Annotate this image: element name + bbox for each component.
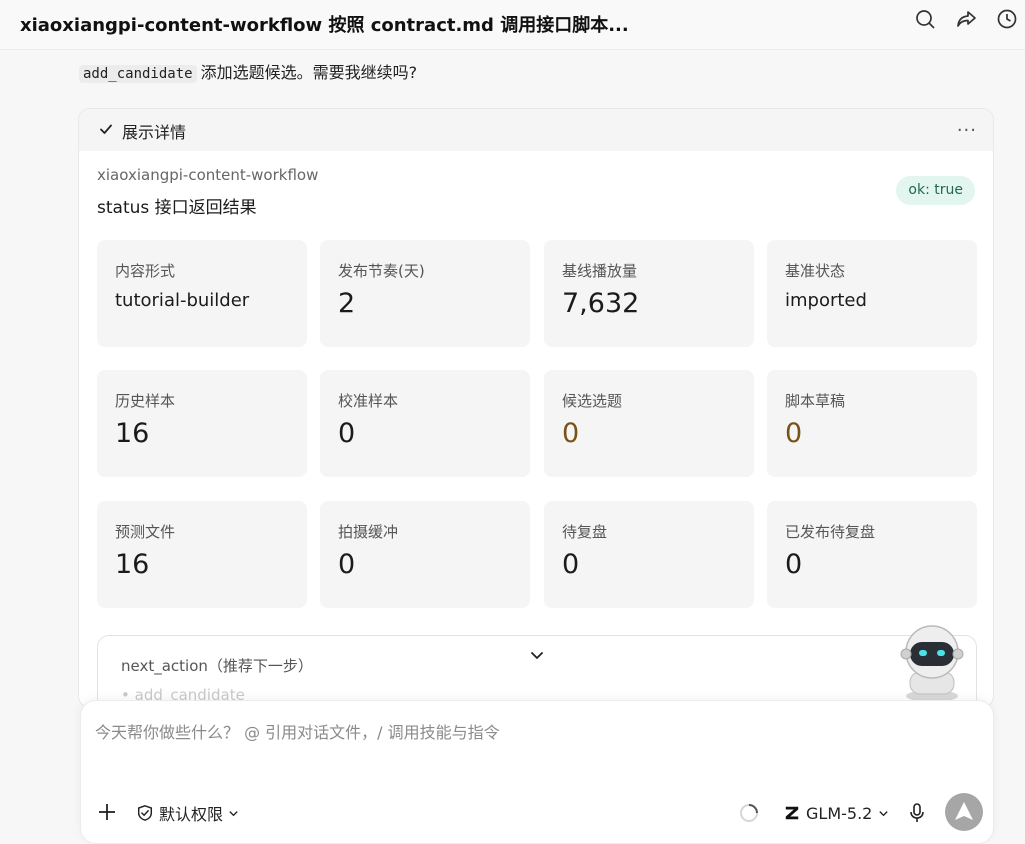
next-action-label: next_action（推荐下一步） <box>121 657 313 675</box>
stat-tile: 拍摄缓冲 0 <box>320 501 530 608</box>
intro-text: 添加选题候选。需要我继续吗? <box>200 63 418 82</box>
result-subtitle: status 接口返回结果 <box>97 198 257 218</box>
stat-label: 历史样本 <box>115 392 176 410</box>
stat-value: 0 <box>562 549 580 580</box>
more-options-icon[interactable]: ... <box>957 115 977 136</box>
stat-label: 脚本草稿 <box>785 392 846 410</box>
stat-label: 已发布待复盘 <box>785 523 876 541</box>
stat-label: 发布节奏(天) <box>338 262 425 280</box>
status-badge: ok: true <box>896 176 975 205</box>
message-input[interactable]: 今天帮你做些什么？ @ 引用对话文件，/ 调用技能与指令 <box>95 719 500 743</box>
stat-label: 内容形式 <box>115 262 176 280</box>
share-icon[interactable] <box>955 8 977 30</box>
arrow-up-icon <box>955 802 973 820</box>
model-selector[interactable]: GLM-5.2 <box>784 801 889 825</box>
stat-tile: 基线播放量 7,632 <box>544 240 754 347</box>
stat-value: 0 <box>562 418 580 449</box>
stat-label: 候选选题 <box>562 392 623 410</box>
microphone-icon <box>910 803 924 822</box>
stat-tile: 校准样本 0 <box>320 370 530 477</box>
microphone-button[interactable] <box>907 802 927 824</box>
history-icon[interactable] <box>996 8 1018 30</box>
model-label: GLM-5.2 <box>806 803 873 823</box>
stat-label: 拍摄缓冲 <box>338 523 399 541</box>
details-toggle[interactable]: 展示详情 ... <box>79 109 993 151</box>
permission-label: 默认权限 <box>159 805 224 824</box>
stat-tile: 发布节奏(天) 2 <box>320 240 530 347</box>
stat-label: 预测文件 <box>115 523 176 541</box>
stat-label: 基线播放量 <box>562 262 638 280</box>
workflow-name: xiaoxiangpi-content-workflow <box>97 166 319 184</box>
stat-label: 基准状态 <box>785 262 846 280</box>
conversation-title: xiaoxiangpi-content-workflow 按照 contract… <box>20 15 629 36</box>
check-icon <box>98 121 114 137</box>
message-composer: 今天帮你做些什么？ @ 引用对话文件，/ 调用技能与指令 默认权限 GLM-5.… <box>80 700 994 844</box>
stat-tile: 待复盘 0 <box>544 501 754 608</box>
stat-value: 7,632 <box>562 288 640 319</box>
details-toggle-label: 展示详情 <box>122 123 187 142</box>
stat-value: 0 <box>785 418 803 449</box>
chevron-down-icon <box>525 643 549 667</box>
stat-value: 2 <box>338 288 356 319</box>
stat-tile: 已发布待复盘 0 <box>767 501 977 608</box>
stat-tile: 脚本草稿 0 <box>767 370 977 477</box>
inline-code: add_candidate <box>79 65 197 83</box>
stat-value: 16 <box>115 418 150 449</box>
plus-icon <box>99 804 115 820</box>
stat-tile: 基准状态 imported <box>767 240 977 347</box>
chevron-down-icon <box>879 810 888 816</box>
stat-tile: 候选选题 0 <box>544 370 754 477</box>
zhipu-logo-icon <box>785 806 799 820</box>
loading-spinner-icon <box>739 803 759 823</box>
status-details-card: 展示详情 ... xiaoxiangpi-content-workflow st… <box>78 108 994 708</box>
chevron-down-icon <box>229 810 238 816</box>
assistant-message-text: add_candidate 添加选题候选。需要我继续吗? <box>79 59 417 83</box>
stat-tile: 内容形式 tutorial-builder <box>97 240 307 347</box>
send-button[interactable] <box>945 793 983 831</box>
add-attachment-button[interactable] <box>97 802 117 822</box>
stat-value: tutorial-builder <box>115 290 250 311</box>
stat-tile: 历史样本 16 <box>97 370 307 477</box>
shield-check-icon <box>137 805 153 821</box>
stat-value: 0 <box>785 549 803 580</box>
permission-selector[interactable]: 默认权限 <box>136 801 239 825</box>
search-icon[interactable] <box>914 8 936 30</box>
robot-mascot-icon[interactable] <box>890 622 974 702</box>
stat-value: 0 <box>338 549 356 580</box>
header-bar: xiaoxiangpi-content-workflow 按照 contract… <box>0 0 1025 50</box>
stat-value: 16 <box>115 549 150 580</box>
stat-value: imported <box>785 290 867 311</box>
stat-tile: 预测文件 16 <box>97 501 307 608</box>
stat-label: 校准样本 <box>338 392 399 410</box>
stat-value: 0 <box>338 418 356 449</box>
stat-label: 待复盘 <box>562 523 608 541</box>
scroll-down-button[interactable] <box>524 642 550 668</box>
